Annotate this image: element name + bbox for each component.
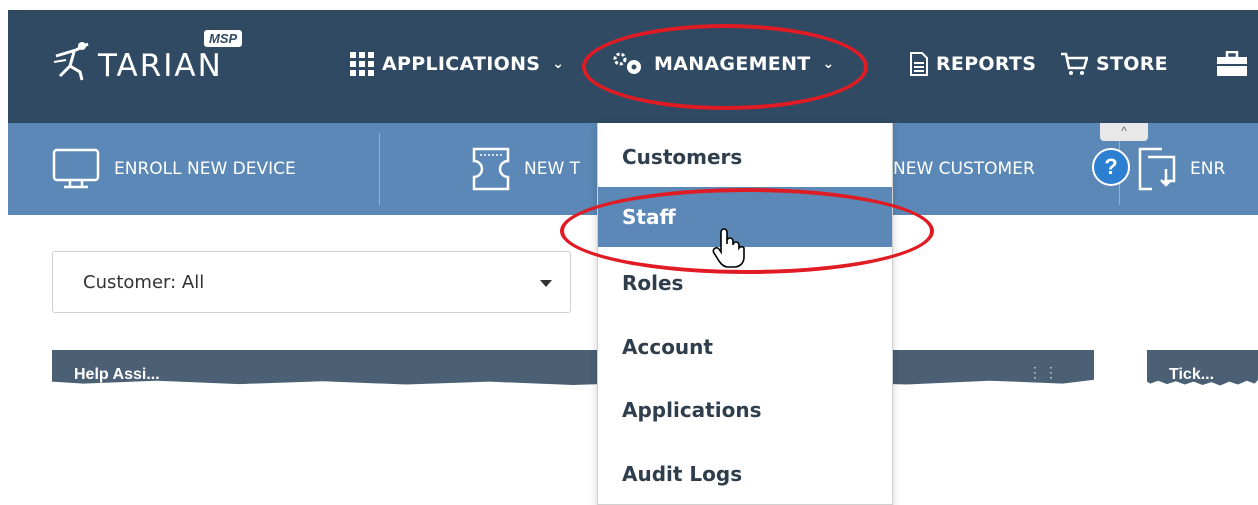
nav-management[interactable]: MANAGEMENT ⌄	[612, 50, 835, 78]
widget-help-assistant: Help Assi... ⋮⋮	[52, 350, 1094, 386]
enroll-button[interactable]: ENR	[1138, 123, 1225, 215]
nav-applications[interactable]: APPLICATIONS ⌄	[350, 50, 564, 78]
logo-text: TARIAN	[98, 48, 223, 84]
management-dropdown-menu: Customers Staff Roles Account Applicatio…	[597, 123, 893, 505]
menu-item-customers[interactable]: Customers	[598, 127, 892, 187]
cart-icon	[1061, 52, 1088, 75]
widget-tickets: Tick...	[1147, 350, 1258, 386]
briefcase-icon	[1217, 51, 1247, 76]
grid-icon	[350, 52, 374, 76]
monitor-icon	[52, 148, 100, 189]
enroll-new-device-button[interactable]: ENROLL NEW DEVICE	[52, 123, 296, 215]
runner-icon	[53, 42, 89, 81]
menu-item-account[interactable]: Account	[598, 317, 892, 377]
customer-filter-value: Customer: All	[83, 272, 205, 293]
msp-badge: MSP	[204, 30, 243, 47]
chevron-down-icon: ⌄	[552, 56, 565, 72]
menu-item-applications[interactable]: Applications	[598, 380, 892, 440]
gears-icon	[613, 52, 641, 74]
enroll-new-device-label: ENROLL NEW DEVICE	[114, 159, 296, 179]
ticket-icon	[472, 147, 510, 191]
enroll-label: ENR	[1190, 159, 1226, 179]
nav-briefcase[interactable]	[1216, 50, 1248, 78]
drag-handle-icon[interactable]: ⋮⋮	[1028, 364, 1060, 381]
itarian-logo[interactable]: TARIAN MSP	[52, 30, 262, 86]
nav-reports-label: REPORTS	[936, 53, 1037, 75]
menu-item-audit-logs[interactable]: Audit Logs	[598, 444, 892, 504]
nav-store[interactable]: STORE	[1060, 50, 1168, 78]
help-icon[interactable]: ?	[1092, 148, 1130, 186]
toolbar-divider	[379, 133, 380, 205]
hand-cursor-icon	[712, 228, 745, 268]
nav-management-label: MANAGEMENT	[654, 53, 811, 75]
customer-filter-select[interactable]: Customer: All	[52, 251, 571, 313]
widget-title: Help Assi...	[74, 366, 160, 383]
nav-applications-label: APPLICATIONS	[382, 53, 541, 75]
caret-down-icon	[540, 280, 552, 287]
new-customer-label: NEW CUSTOMER	[893, 159, 1035, 179]
new-ticket-label: NEW T	[524, 159, 581, 179]
nav-reports[interactable]: REPORTS	[910, 50, 1036, 78]
report-icon	[910, 52, 928, 76]
new-customer-button[interactable]: NEW CUSTOMER	[893, 123, 1035, 215]
chevron-down-icon: ⌄	[822, 56, 835, 72]
nav-store-label: STORE	[1096, 53, 1168, 75]
enroll-download-icon	[1138, 147, 1176, 191]
widget-title: Tick...	[1169, 366, 1215, 383]
new-ticket-button[interactable]: NEW T	[472, 123, 580, 215]
